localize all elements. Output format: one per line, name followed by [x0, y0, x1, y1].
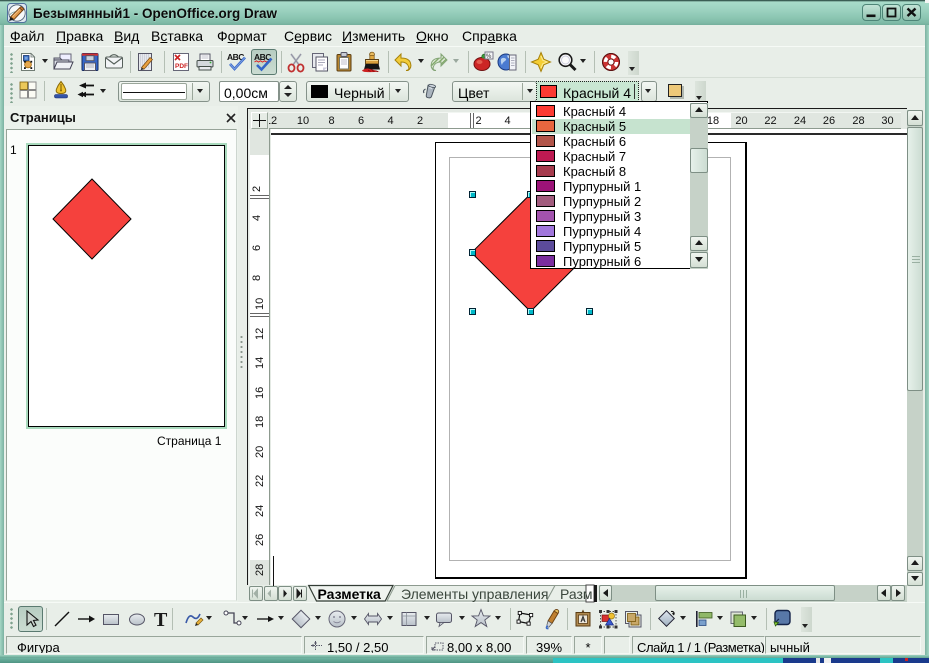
svg-text:T: T: [154, 609, 168, 631]
